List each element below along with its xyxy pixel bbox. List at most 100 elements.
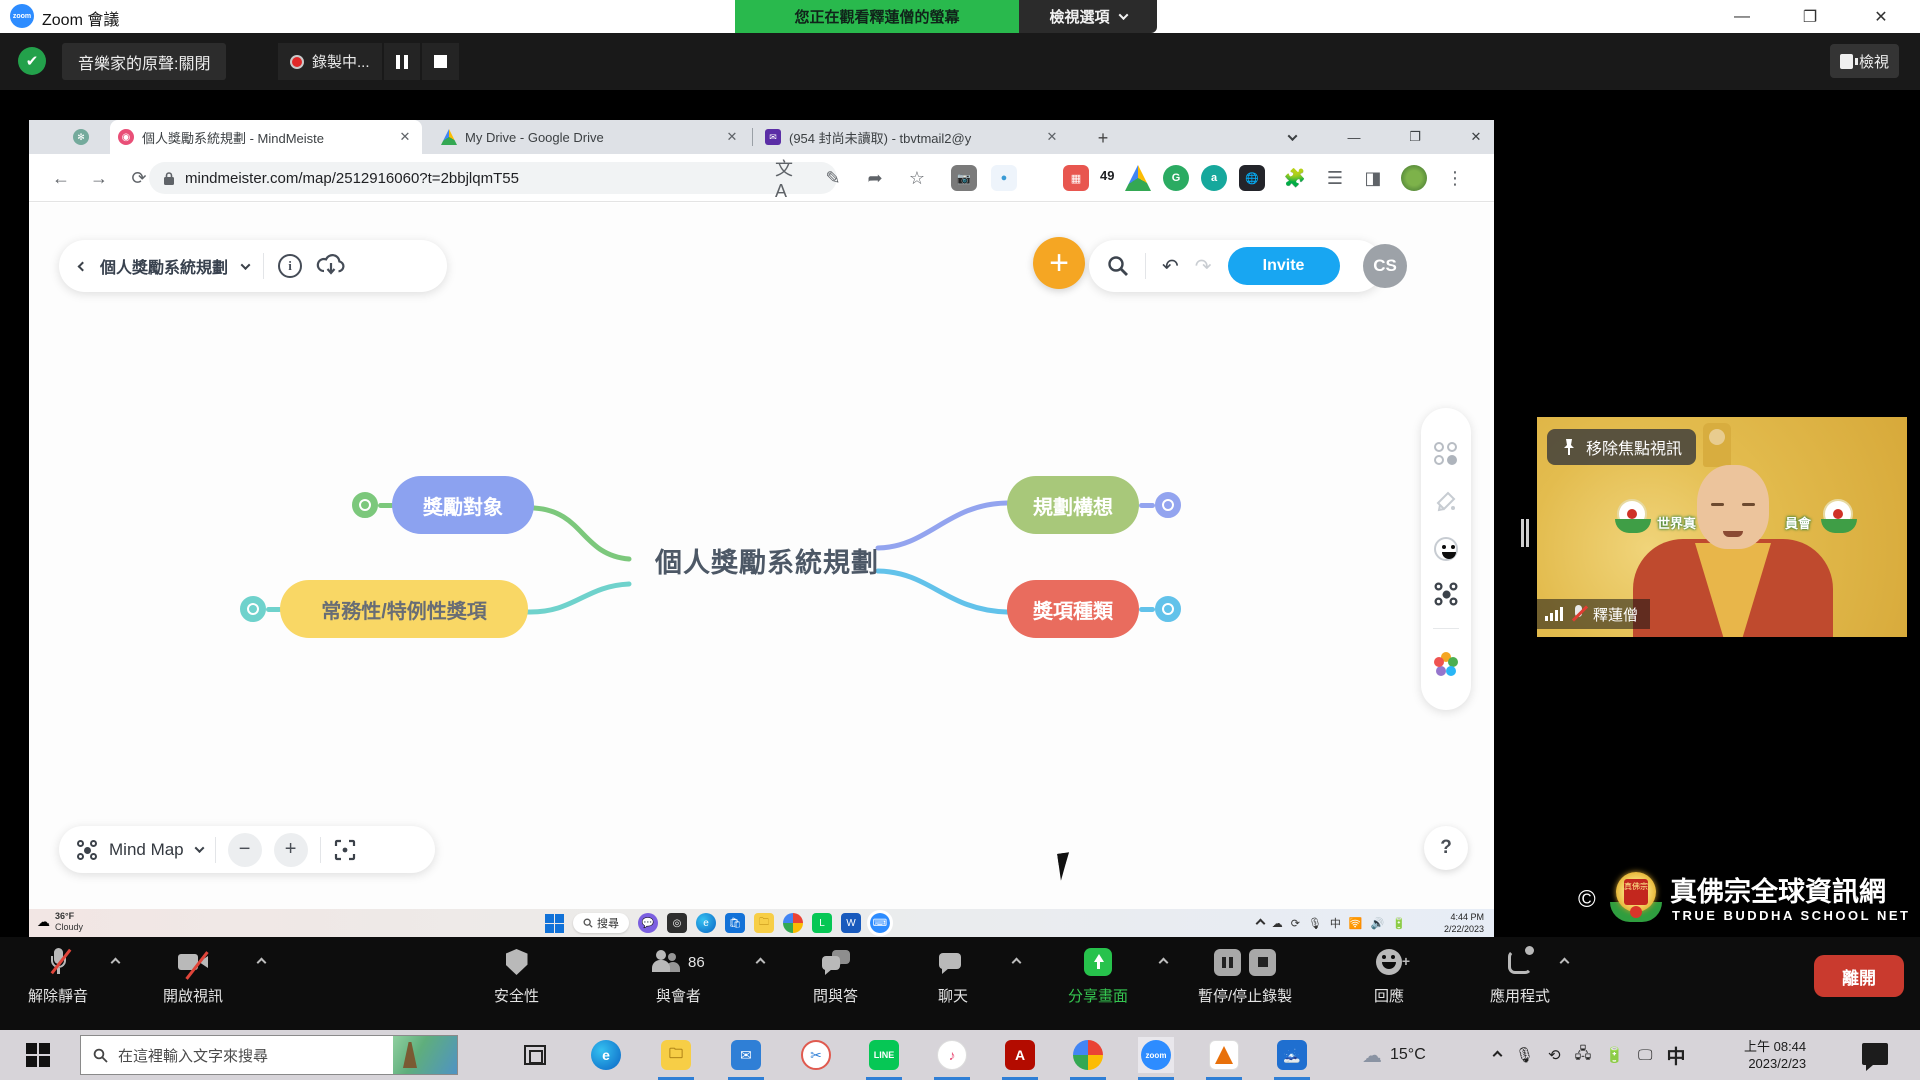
chat-button[interactable]: 聊天 bbox=[938, 947, 968, 1006]
profile-avatar[interactable] bbox=[1401, 165, 1427, 191]
chat-chevron-icon[interactable] bbox=[1012, 958, 1022, 968]
node-connector-ring[interactable] bbox=[1155, 596, 1181, 622]
host-clock[interactable]: 上午 08:442023/2/23 bbox=[1744, 1038, 1806, 1072]
video-options-chevron-icon[interactable] bbox=[257, 958, 267, 968]
tab-mindmeister[interactable]: ◉ 個人獎勵系統規劃 - MindMeiste ✕ bbox=[110, 120, 422, 154]
ext-drop-icon[interactable]: ● bbox=[991, 165, 1017, 191]
taskbar-itunes-icon[interactable]: ♪ bbox=[934, 1037, 970, 1073]
apps-chevron-icon[interactable] bbox=[1560, 958, 1570, 968]
new-tab-button[interactable]: + bbox=[1091, 126, 1115, 150]
zoom-out-button[interactable]: − bbox=[228, 833, 262, 867]
taskbar-edge-icon[interactable]: e bbox=[588, 1037, 624, 1073]
file-explorer-icon[interactable]: 🗀 bbox=[754, 913, 774, 933]
view-options-dropdown[interactable]: 檢視選項 bbox=[1019, 0, 1157, 33]
taskbar-mail-icon[interactable]: ✉ bbox=[728, 1037, 764, 1073]
browser-maximize-button[interactable]: ❐ bbox=[1400, 124, 1430, 150]
share-screen-button[interactable]: 分享畫面 bbox=[1068, 947, 1128, 1006]
audio-options-chevron-icon[interactable] bbox=[111, 958, 121, 968]
taskbar-line-icon[interactable]: LINE bbox=[866, 1037, 902, 1073]
taskbar-zoom-icon[interactable]: zoom bbox=[1138, 1037, 1174, 1073]
close-button[interactable]: ✕ bbox=[1868, 4, 1894, 30]
mindmap-node-planning-ideas[interactable]: 規劃構想 bbox=[1007, 476, 1139, 534]
browser-close-button[interactable]: ✕ bbox=[1461, 124, 1491, 150]
reading-list-icon[interactable]: ☰ bbox=[1321, 164, 1349, 192]
zoom-in-button[interactable]: + bbox=[274, 833, 308, 867]
ext-drive-icon[interactable] bbox=[1125, 165, 1151, 191]
unmute-button[interactable]: 解除靜音 bbox=[28, 947, 88, 1006]
shared-search-box[interactable]: 搜尋 bbox=[573, 913, 629, 933]
central-topic[interactable]: 個人獎勵系統規劃 bbox=[626, 541, 908, 580]
layout-select[interactable]: Mind Map bbox=[109, 840, 184, 860]
paintbrush-icon[interactable] bbox=[1434, 489, 1458, 513]
notification-center-icon[interactable] bbox=[1862, 1043, 1888, 1065]
ext-grid-icon[interactable]: ▦ bbox=[1063, 165, 1089, 191]
browser-menu-icon[interactable]: ⋮ bbox=[1441, 164, 1469, 192]
back-icon[interactable]: ← bbox=[47, 164, 75, 192]
tab-close-icon[interactable]: ✕ bbox=[1043, 128, 1061, 146]
taskbar-snipping-icon[interactable]: ✂ bbox=[798, 1037, 834, 1073]
pinned-tab[interactable]: ✻ bbox=[55, 120, 107, 154]
host-weather-widget[interactable]: ☁ 15°C bbox=[1362, 1030, 1426, 1080]
host-system-tray[interactable]: 🎙 ⟲ 🖧 🔋 🖵 中 bbox=[1494, 1030, 1686, 1080]
taskbar-photos-icon[interactable]: 🗻 bbox=[1274, 1037, 1310, 1073]
minimize-button[interactable]: — bbox=[1729, 4, 1755, 30]
mindmap-node-regular-special-awards[interactable]: 常務性/特例性獎項 bbox=[280, 580, 528, 638]
pause-stop-recording-button[interactable]: 暫停/停止錄製 bbox=[1198, 947, 1292, 1006]
node-connector-ring[interactable] bbox=[352, 492, 378, 518]
apps-button[interactable]: 應用程式 bbox=[1490, 947, 1550, 1006]
store-icon[interactable]: 🛍 bbox=[725, 913, 745, 933]
layout-grid-icon[interactable] bbox=[1434, 442, 1458, 466]
shared-system-tray[interactable]: ☁ ⟳ 🎙 中 🛜 🔊 🔋 bbox=[1257, 909, 1406, 937]
node-connector-ring[interactable] bbox=[1155, 492, 1181, 518]
side-panel-icon[interactable]: ◨ bbox=[1359, 164, 1387, 192]
help-button[interactable]: ? bbox=[1424, 826, 1468, 870]
taskbar-acrobat-icon[interactable]: A bbox=[1002, 1037, 1038, 1073]
extensions-puzzle-icon[interactable]: 🧩 bbox=[1281, 164, 1309, 192]
zoom-app-icon[interactable]: ⌨ bbox=[870, 913, 890, 933]
pause-recording-button[interactable] bbox=[384, 43, 420, 80]
taskbar-vlc-icon[interactable] bbox=[1206, 1037, 1242, 1073]
remove-spotlight-button[interactable]: 移除焦點視訊 bbox=[1547, 429, 1696, 465]
qa-button[interactable]: 問與答 bbox=[813, 947, 858, 1006]
forward-icon[interactable]: → bbox=[85, 164, 113, 192]
edge-icon[interactable]: e bbox=[696, 913, 716, 933]
taskbar-chrome-icon[interactable] bbox=[1070, 1037, 1106, 1073]
host-start-button[interactable] bbox=[26, 1043, 50, 1067]
teams-chat-icon[interactable]: 💬 bbox=[638, 913, 658, 933]
mindmap-mode-icon[interactable] bbox=[1435, 583, 1458, 606]
tab-search-chevron-icon[interactable] bbox=[1277, 124, 1307, 150]
start-video-button[interactable]: 開啟視訊 bbox=[163, 947, 223, 1006]
restore-button[interactable]: ❐ bbox=[1797, 4, 1823, 30]
ext-g-icon[interactable]: G bbox=[1163, 165, 1189, 191]
stop-recording-button[interactable] bbox=[422, 43, 459, 80]
bookmark-star-icon[interactable]: ☆ bbox=[903, 164, 931, 192]
windows-start-button[interactable] bbox=[545, 914, 564, 933]
original-sound-button[interactable]: 音樂家的原聲:關閉 bbox=[62, 43, 226, 80]
layout-chevron-icon[interactable] bbox=[194, 843, 204, 853]
address-bar[interactable]: mindmeister.com/map/2512916060?t=2bbjlqm… bbox=[149, 162, 837, 194]
camera-app-icon[interactable]: ◎ bbox=[667, 913, 687, 933]
mindmeister-logo-icon[interactable] bbox=[1434, 652, 1458, 676]
tab-close-icon[interactable]: ✕ bbox=[723, 128, 741, 146]
view-layout-button[interactable]: 檢視 bbox=[1830, 44, 1899, 78]
mindmap-node-reward-targets[interactable]: 獎勵對象 bbox=[392, 476, 534, 534]
emoji-icon[interactable] bbox=[1434, 537, 1458, 561]
share-chevron-icon[interactable] bbox=[1159, 958, 1169, 968]
ext-screenshot-icon[interactable]: 📷 bbox=[951, 165, 977, 191]
participants-button[interactable]: 86 與會者 bbox=[652, 947, 705, 1006]
ext-globe-icon[interactable]: 🌐 bbox=[1239, 165, 1265, 191]
chrome-icon[interactable] bbox=[783, 913, 803, 933]
reactions-button[interactable]: + 回應 bbox=[1374, 947, 1404, 1006]
node-connector-ring[interactable] bbox=[240, 596, 266, 622]
mindmap-node-award-types[interactable]: 獎項種類 bbox=[1007, 580, 1139, 638]
shared-clock[interactable]: 4:44 PM2/22/2023 bbox=[1444, 911, 1484, 935]
translate-icon[interactable]: 文A bbox=[775, 164, 803, 192]
word-icon[interactable]: W bbox=[841, 913, 861, 933]
tab-google-drive[interactable]: My Drive - Google Drive ✕ bbox=[433, 120, 749, 154]
security-button[interactable]: 安全性 bbox=[494, 947, 539, 1006]
panel-resize-handle[interactable] bbox=[1521, 519, 1529, 547]
shared-weather-widget[interactable]: ☁ 36°FCloudy bbox=[37, 911, 83, 933]
participants-chevron-icon[interactable] bbox=[756, 958, 766, 968]
task-view-icon[interactable] bbox=[524, 1045, 546, 1065]
browser-minimize-button[interactable]: — bbox=[1339, 124, 1369, 150]
